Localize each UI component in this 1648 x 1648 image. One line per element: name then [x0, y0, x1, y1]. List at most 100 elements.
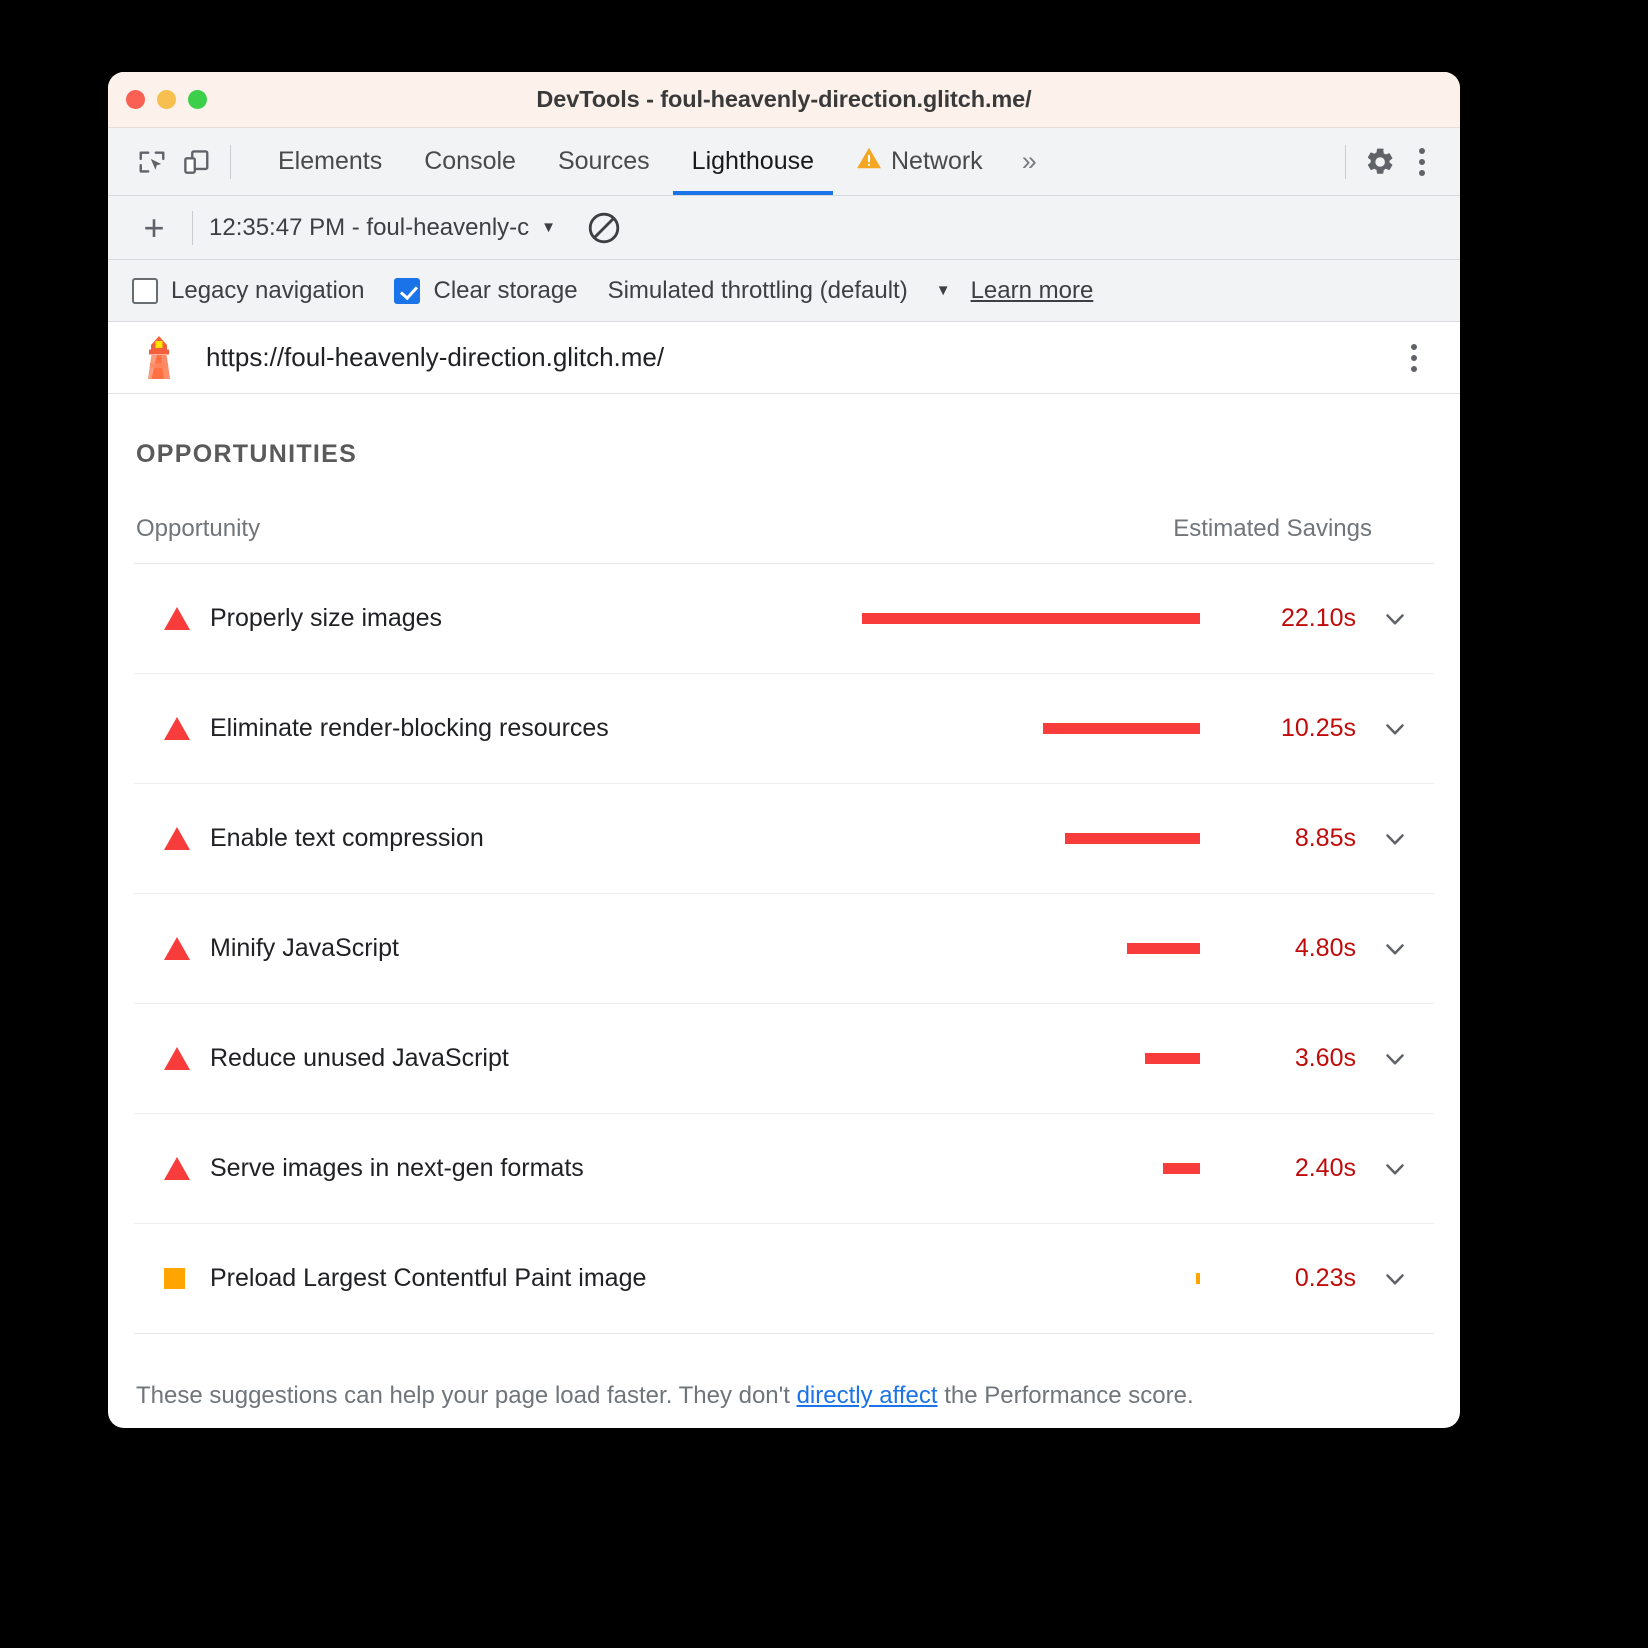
chevron-down-icon[interactable] — [1356, 1044, 1434, 1074]
table-row[interactable]: Enable text compression 8.85s — [134, 784, 1434, 894]
opportunities-rows: Properly size images 22.10s Eliminate rend… — [134, 564, 1434, 1334]
opportunity-label: Properly size images — [210, 604, 854, 633]
severity-indicator — [164, 1047, 210, 1070]
chevron-down-icon[interactable] — [1356, 714, 1434, 744]
lighthouse-report-body: OPPORTUNITIES Opportunity Estimated Savi… — [108, 394, 1460, 1254]
savings-bar — [1163, 1163, 1200, 1174]
throttling-label: Simulated throttling (default) — [608, 277, 908, 305]
report-footnote: These suggestions can help your page loa… — [134, 1334, 1434, 1410]
kebab-dot-1 — [1419, 148, 1425, 154]
legacy-navigation-box[interactable] — [132, 278, 158, 304]
savings-bar — [1065, 833, 1200, 844]
savings-value: 4.80s — [1206, 934, 1356, 963]
toolbar-divider-right — [1345, 145, 1346, 179]
opportunity-label: Minify JavaScript — [210, 934, 854, 963]
inspect-element-icon[interactable] — [130, 140, 174, 184]
table-row[interactable]: Eliminate render-blocking resources 10.25… — [134, 674, 1434, 784]
tab-console-label: Console — [424, 147, 516, 176]
table-row[interactable]: Serve images in next-gen formats 2.40s — [134, 1114, 1434, 1224]
lighthouse-icon — [138, 335, 180, 381]
report-url-row: https://foul-heavenly-direction.glitch.m… — [108, 322, 1460, 394]
opportunity-label: Eliminate render-blocking resources — [210, 714, 854, 743]
tab-network-label: Network — [891, 147, 983, 176]
opportunity-label: Enable text compression — [210, 824, 854, 853]
tabbar-right-actions — [1333, 140, 1442, 184]
device-toolbar-icon[interactable] — [174, 140, 218, 184]
savings-bar-cell — [854, 613, 1206, 624]
gear-icon[interactable] — [1358, 140, 1402, 184]
chevron-down-icon[interactable] — [1356, 1154, 1434, 1184]
severity-indicator — [164, 607, 210, 630]
footnote-text-before: These suggestions can help your page loa… — [136, 1382, 797, 1409]
average-square-icon — [164, 1268, 185, 1289]
chevron-down-icon[interactable] — [1356, 934, 1434, 964]
savings-value: 8.85s — [1206, 824, 1356, 853]
no-entry-icon[interactable] — [586, 210, 622, 246]
table-row[interactable]: Preload Largest Contentful Paint image0.… — [134, 1224, 1434, 1334]
lighthouse-options-bar: Legacy navigation Clear storage Simulate… — [108, 260, 1460, 322]
clear-storage-label: Clear storage — [433, 277, 577, 305]
fail-triangle-icon — [164, 1047, 190, 1070]
savings-bar — [1145, 1053, 1200, 1064]
table-row[interactable]: Properly size images 22.10s — [134, 564, 1434, 674]
tab-sources[interactable]: Sources — [537, 128, 671, 195]
savings-bar — [1043, 723, 1200, 734]
directly-affect-link[interactable]: directly affect — [797, 1382, 938, 1409]
fail-triangle-icon — [164, 1157, 190, 1180]
report-selector-dropdown[interactable]: 12:35:47 PM - foul-heavenly-c ▼ — [209, 214, 556, 242]
window-titlebar: DevTools - foul-heavenly-direction.glitc… — [108, 72, 1460, 128]
report-selector-label: 12:35:47 PM - foul-heavenly-c — [209, 214, 529, 242]
tab-sources-label: Sources — [558, 147, 650, 176]
report-kebab-dot-2 — [1411, 355, 1417, 361]
more-tabs-button[interactable]: » — [1004, 146, 1052, 177]
clear-storage-checkbox[interactable]: Clear storage — [394, 277, 577, 305]
savings-value: 10.25s — [1206, 714, 1356, 743]
savings-value: 22.10s — [1206, 604, 1356, 633]
footnote-text-after: the Performance score. — [938, 1382, 1194, 1409]
table-row[interactable]: Minify JavaScript 4.80s — [134, 894, 1434, 1004]
table-row[interactable]: Reduce unused JavaScript 3.60s — [134, 1004, 1434, 1114]
severity-indicator — [164, 1157, 210, 1180]
report-options-menu-icon[interactable] — [1394, 338, 1434, 378]
savings-bar — [862, 613, 1200, 624]
chevron-down-icon: ▼ — [541, 219, 556, 236]
legacy-navigation-checkbox[interactable]: Legacy navigation — [132, 277, 364, 305]
new-report-button[interactable]: + — [132, 210, 176, 246]
throttling-chevron-down-icon[interactable]: ▼ — [936, 282, 951, 299]
opportunity-label: Reduce unused JavaScript — [210, 1044, 854, 1073]
fail-triangle-icon — [164, 607, 190, 630]
savings-bar-cell — [854, 943, 1206, 954]
savings-bar — [1127, 943, 1200, 954]
severity-indicator — [164, 827, 210, 850]
chevron-down-icon[interactable] — [1356, 1264, 1434, 1294]
tab-network[interactable]: Network — [835, 128, 1004, 195]
opportunity-label: Serve images in next-gen formats — [210, 1154, 854, 1183]
report-kebab-dot-1 — [1411, 344, 1417, 350]
severity-indicator — [164, 1268, 210, 1289]
learn-more-link[interactable]: Learn more — [971, 277, 1094, 305]
lighthouse-runbar: + 12:35:47 PM - foul-heavenly-c ▼ — [108, 196, 1460, 260]
kebab-dot-2 — [1419, 159, 1425, 165]
devtools-main-menu-icon[interactable] — [1402, 142, 1442, 182]
tab-console[interactable]: Console — [403, 128, 537, 195]
opportunities-table: Opportunity Estimated Savings Properly s… — [134, 515, 1434, 1334]
warning-triangle-icon — [856, 146, 882, 177]
savings-bar-cell — [854, 1273, 1206, 1284]
savings-value: 2.40s — [1206, 1154, 1356, 1183]
savings-bar-cell — [854, 833, 1206, 844]
savings-bar-cell — [854, 723, 1206, 734]
fail-triangle-icon — [164, 937, 190, 960]
legacy-navigation-label: Legacy navigation — [171, 277, 364, 305]
severity-indicator — [164, 937, 210, 960]
tab-lighthouse-label: Lighthouse — [692, 147, 814, 176]
chevron-down-icon[interactable] — [1356, 824, 1434, 854]
chevron-down-icon[interactable] — [1356, 604, 1434, 634]
clear-storage-box[interactable] — [394, 278, 420, 304]
tab-lighthouse[interactable]: Lighthouse — [671, 128, 835, 195]
runbar-divider — [192, 211, 193, 245]
screen-backdrop: DevTools - foul-heavenly-direction.glitc… — [0, 0, 1648, 1648]
tab-elements[interactable]: Elements — [257, 128, 403, 195]
fail-triangle-icon — [164, 717, 190, 740]
column-header-opportunity: Opportunity — [136, 515, 1173, 543]
savings-value: 3.60s — [1206, 1044, 1356, 1073]
